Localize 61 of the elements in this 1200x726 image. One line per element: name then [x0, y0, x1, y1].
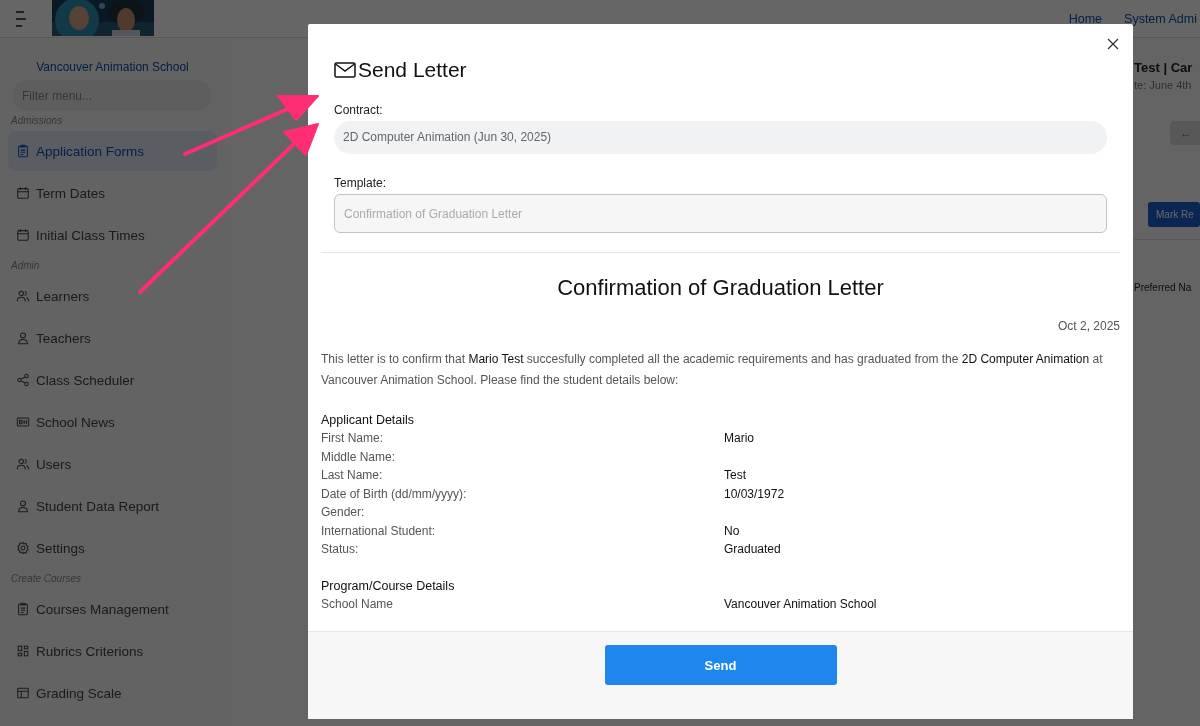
- close-icon[interactable]: [1105, 36, 1121, 52]
- field-label: Contract:: [334, 103, 384, 117]
- detail-label: Middle Name:: [321, 448, 397, 466]
- sidebar-item[interactable]: Courses Management: [8, 589, 217, 629]
- sidebar-item[interactable]: Class Scheduler: [8, 360, 217, 400]
- section-heading: Program/Course Details: [321, 577, 456, 595]
- users-icon: [16, 289, 30, 303]
- field-label: Preferred Na: [1134, 282, 1192, 293]
- sidebar-item[interactable]: Term Dates: [8, 173, 217, 213]
- sidebar-item[interactable]: Rubrics Criterions: [8, 631, 217, 671]
- detail-value: 10/03/1972: [724, 485, 786, 503]
- sidebar-item[interactable]: Initial Class Times: [8, 215, 217, 255]
- section-heading: Applicant Details: [321, 412, 416, 429]
- sidebar-item[interactable]: Grading Scale: [8, 673, 217, 713]
- layout-icon: [16, 686, 30, 700]
- calendar-icon: [16, 186, 30, 200]
- detail-value: Vancouver Animation School: [724, 595, 878, 613]
- sidebar-item[interactable]: Teachers: [8, 318, 217, 358]
- detail-value: Graduated: [724, 541, 782, 558]
- detail-label: Status:: [321, 541, 360, 558]
- mark-button[interactable]: Mark Re: [1148, 202, 1200, 227]
- newspaper-icon: [16, 415, 30, 429]
- detail-value: No: [724, 522, 741, 540]
- school-name: Vancouver Animation School: [35, 59, 190, 76]
- grid-icon: [16, 644, 30, 658]
- detail-label: International Student:: [321, 522, 437, 540]
- nav-link[interactable]: System Admi: [1124, 11, 1197, 26]
- letter-date: Oct 2, 2025: [1056, 319, 1120, 334]
- share-icon: [16, 373, 30, 387]
- sidebar-item[interactable]: Settings: [8, 528, 217, 568]
- send-button[interactable]: Send: [604, 645, 837, 685]
- letter-heading: Confirmation of Graduation Letter: [556, 274, 885, 302]
- sidebar-item[interactable]: Application Forms: [8, 131, 217, 171]
- modal-title: Send Letter: [358, 58, 467, 82]
- detail-label: Last Name:: [321, 467, 384, 484]
- letter-paragraph: This letter is to confirm that Mario Test succesfully completed all the academic requirements and has graduated from the 2D Computer Animation at Vancouver Animation School. Please find the student details below:: [321, 351, 1104, 389]
- menu-icon[interactable]: [14, 9, 28, 28]
- field-label: Template:: [334, 176, 388, 190]
- back-button[interactable]: ←: [1170, 121, 1200, 145]
- clipboard-icon: [16, 602, 30, 616]
- sidebar-item[interactable]: Student Data Report: [8, 486, 217, 526]
- sidebar-item[interactable]: Users: [8, 444, 217, 484]
- sidebar-item[interactable]: School News: [8, 402, 217, 442]
- detail-label: Date of Birth (dd/mm/yyyy):: [321, 485, 468, 503]
- sidebar-item[interactable]: Learners: [8, 276, 217, 316]
- detail-label: School Name: [321, 595, 395, 613]
- detail-label: First Name:: [321, 430, 384, 447]
- envelope-icon: [334, 61, 356, 79]
- detail-label: Gender:: [321, 504, 366, 521]
- detail-value: Mario: [724, 430, 755, 447]
- users-icon: [16, 457, 30, 471]
- contract-field[interactable]: 2D Computer Animation (Jun 30, 2025): [334, 121, 1107, 154]
- template-field[interactable]: Confirmation of Graduation Letter: [334, 194, 1107, 233]
- clipboard-icon: [16, 144, 30, 158]
- nav-link[interactable]: Home: [1068, 11, 1103, 26]
- user-icon: [16, 331, 30, 345]
- page-title: Test | Car: [1134, 60, 1193, 75]
- settings-icon: [16, 541, 30, 555]
- calendar-icon: [16, 228, 30, 242]
- user-icon: [16, 499, 30, 513]
- detail-value: Test: [724, 467, 747, 484]
